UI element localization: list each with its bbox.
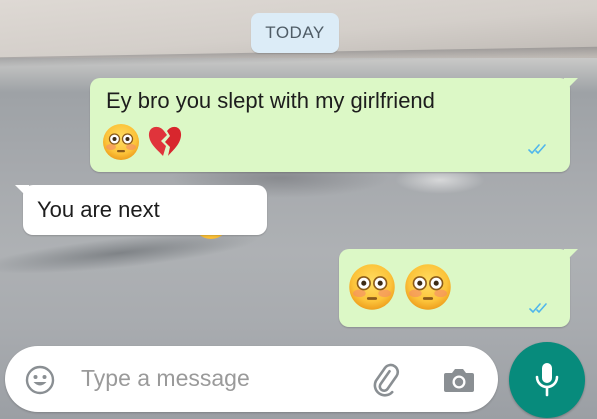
microphone-icon bbox=[535, 363, 559, 397]
flushed-face-emoji bbox=[103, 124, 139, 160]
bubble-tail bbox=[564, 249, 578, 263]
flushed-face-emoji bbox=[349, 264, 395, 310]
bubble-tail bbox=[15, 185, 29, 199]
paperclip-icon[interactable] bbox=[369, 363, 403, 397]
date-label: TODAY bbox=[265, 23, 325, 42]
bubble-tail bbox=[564, 78, 578, 92]
double-check-icon bbox=[528, 144, 546, 155]
camera-icon[interactable] bbox=[442, 364, 476, 394]
outgoing-message[interactable]: Ey bro you slept with my girlfriend bbox=[90, 78, 578, 239]
flushed-face-emoji bbox=[405, 264, 451, 310]
message-input[interactable]: Type a message bbox=[81, 365, 250, 392]
voice-message-button[interactable] bbox=[509, 342, 585, 418]
double-check-icon bbox=[529, 303, 547, 314]
emoji-icon[interactable] bbox=[25, 365, 55, 395]
incoming-message[interactable]: You are next bbox=[15, 185, 267, 235]
date-separator: TODAY bbox=[251, 13, 339, 53]
message-composer[interactable]: Type a message bbox=[5, 346, 498, 412]
message-text: Ey bro you slept with my girlfriend bbox=[106, 88, 435, 113]
message-text: You are next bbox=[37, 197, 160, 222]
broken-heart-emoji bbox=[148, 126, 182, 156]
